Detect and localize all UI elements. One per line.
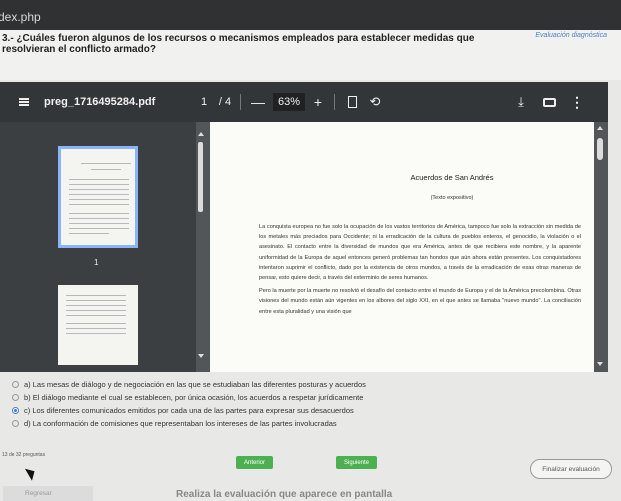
back-button[interactable]: Regresar <box>3 486 93 501</box>
menu-icon[interactable] <box>16 82 32 122</box>
page-count: / 4 <box>218 96 232 108</box>
mouse-cursor-icon <box>24 465 39 481</box>
radio-button-selected[interactable] <box>12 407 19 414</box>
finish-evaluation-button[interactable]: Finalizar evaluación <box>530 459 612 479</box>
next-label: Siguiente <box>344 459 370 466</box>
print-icon[interactable] <box>540 82 558 122</box>
option-label: d) La conformación de comisiones que rep… <box>24 419 337 428</box>
download-icon[interactable]: ⤓ <box>512 82 530 122</box>
question-text: 3.- ¿Cuáles fueron algunos de los recurs… <box>2 33 475 55</box>
evaluation-label: Evaluación diagnóstica <box>535 32 607 39</box>
instruction-text: Realiza la evaluación que aparece en pan… <box>176 489 393 500</box>
document-body: La conquista europea no fue solo la ocup… <box>259 222 581 320</box>
thumbnail-page-1[interactable] <box>58 146 138 248</box>
more-options-icon[interactable]: ⋮ <box>570 82 584 122</box>
thumbnail-sidebar: 1 <box>0 122 196 372</box>
window-title: dex.php <box>0 10 41 24</box>
previous-label: Anterior <box>244 459 266 466</box>
browser-tab-bar: dex.php <box>0 0 621 30</box>
zoom-in-button[interactable]: + <box>310 82 326 122</box>
answer-option-d[interactable]: d) La conformación de comisiones que rep… <box>12 419 337 428</box>
page-scrollbar[interactable] <box>596 122 606 372</box>
document-title: Acuerdos de San Andrés <box>410 173 494 182</box>
toolbar-divider <box>334 94 335 110</box>
document-subtitle: (Texto expositivo) <box>430 195 474 201</box>
pdf-viewer: preg_1716495284.pdf 1 / 4 — 63% + ⟲ ⤓ ⋮ <box>0 82 608 372</box>
question-counter: 13 de 32 preguntas <box>2 452 46 458</box>
thumbnail-scrollbar[interactable] <box>198 132 204 358</box>
pdf-toolbar: preg_1716495284.pdf 1 / 4 — 63% + ⟲ ⤓ ⋮ <box>0 82 608 122</box>
option-label: c) Los diferentes comunicados emitidos p… <box>24 406 354 415</box>
option-label: a) Las mesas de diálogo y de negociación… <box>24 380 366 389</box>
question-area: 3.- ¿Cuáles fueron algunos de los recurs… <box>0 30 621 80</box>
zoom-value: 63% <box>272 93 306 111</box>
answer-option-c[interactable]: c) Los diferentes comunicados emitidos p… <box>12 406 354 415</box>
previous-button[interactable]: Anterior <box>236 456 274 469</box>
pdf-filename: preg_1716495284.pdf <box>44 96 156 108</box>
radio-button[interactable] <box>12 420 19 427</box>
thumbnail-page-number: 1 <box>94 258 99 267</box>
pdf-page: Acuerdos de San Andrés (Texto expositivo… <box>210 122 594 372</box>
answer-option-b[interactable]: b) El diálogo mediante el cual se establ… <box>12 393 363 402</box>
thumbnail-page-2[interactable] <box>58 285 138 365</box>
fit-page-icon[interactable] <box>344 82 360 122</box>
option-label: b) El diálogo mediante el cual se establ… <box>24 393 364 402</box>
document-paragraph: La conquista europea no fue solo la ocup… <box>259 224 581 282</box>
page-number-input[interactable]: 1 <box>195 82 213 122</box>
document-paragraph: Pero la muerte por la muerte no resolvió… <box>259 288 581 315</box>
next-button[interactable]: Siguiente <box>336 456 378 469</box>
zoom-out-button[interactable]: — <box>250 82 266 122</box>
rotate-icon[interactable]: ⟲ <box>366 82 384 122</box>
radio-button[interactable] <box>12 381 19 388</box>
zoom-input[interactable]: 63% <box>272 82 306 122</box>
toolbar-divider <box>240 94 241 110</box>
answer-option-a[interactable]: a) Las mesas de diálogo y de negociación… <box>12 380 366 389</box>
radio-button[interactable] <box>12 394 19 401</box>
